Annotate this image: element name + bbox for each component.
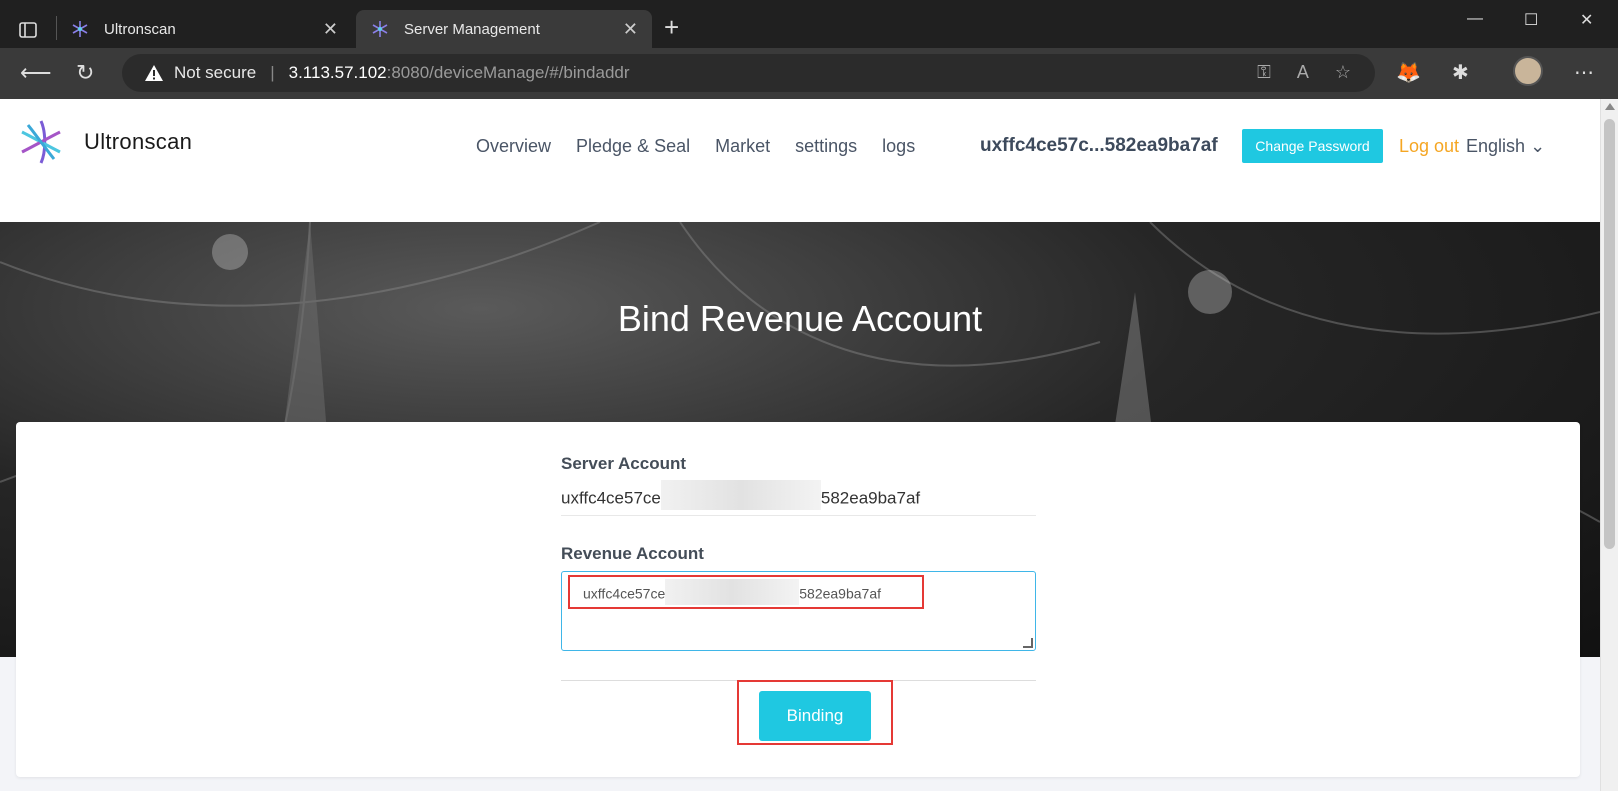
language-label: English xyxy=(1466,136,1526,156)
tab-ultronscan[interactable]: Ultronscan ✕ xyxy=(56,10,352,48)
close-window-icon[interactable]: ✕ xyxy=(1580,10,1593,30)
revenue-account-label: Revenue Account xyxy=(561,544,704,563)
revenue-account-value: uxffc4ce57ce 582ea9ba7af xyxy=(568,575,924,609)
nav-settings[interactable]: settings xyxy=(795,136,857,157)
nav-pledge-seal[interactable]: Pledge & Seal xyxy=(576,136,690,157)
logout-link[interactable]: Log out xyxy=(1399,136,1459,157)
back-icon[interactable]: ⟵ xyxy=(20,60,52,86)
favorite-icon[interactable]: ☆ xyxy=(1335,62,1351,83)
bind-form-card: Server Account uxffc4ce57ce 582ea9ba7af R… xyxy=(16,422,1580,777)
ultronscan-favicon-icon xyxy=(372,21,388,37)
revenue-account-input[interactable]: uxffc4ce57ce 582ea9ba7af xyxy=(561,571,1036,651)
scroll-up-icon[interactable] xyxy=(1605,103,1615,110)
page-title: Bind Revenue Account xyxy=(617,298,983,339)
language-selector[interactable]: English ⌄ xyxy=(1466,136,1545,157)
read-aloud-icon[interactable]: A xyxy=(1297,62,1309,83)
extensions-icon[interactable]: ✱ xyxy=(1452,60,1469,85)
server-account-value: uxffc4ce57ce 582ea9ba7af xyxy=(561,480,1036,516)
tab-title: Ultronscan xyxy=(104,20,176,38)
scrollbar-thumb[interactable] xyxy=(1604,119,1615,549)
maximize-icon[interactable]: ☐ xyxy=(1524,10,1538,30)
nav-overview[interactable]: Overview xyxy=(476,136,551,157)
tab-server-management[interactable]: Server Management ✕ xyxy=(356,10,652,48)
close-tab-icon[interactable]: ✕ xyxy=(623,19,638,40)
page: Ultronscan Overview Pledge & Seal Market… xyxy=(0,99,1600,791)
account-id: uxffc4ce57c...582ea9ba7af xyxy=(980,135,1218,156)
redacted-region xyxy=(660,480,821,510)
minimize-icon[interactable]: — xyxy=(1467,10,1483,28)
page-scrollbar[interactable] xyxy=(1600,99,1618,791)
binding-button[interactable]: Binding xyxy=(759,691,871,741)
address-separator: | xyxy=(270,63,275,82)
logo-text: Ultronscan xyxy=(84,129,193,154)
new-tab-icon[interactable]: + xyxy=(664,12,679,43)
nav-logs[interactable]: logs xyxy=(882,136,915,157)
avatar[interactable] xyxy=(1513,56,1543,86)
server-account-label: Server Account xyxy=(561,454,687,473)
redacted-region xyxy=(665,579,800,605)
chevron-down-icon: ⌄ xyxy=(1530,136,1546,156)
reload-icon[interactable]: ↻ xyxy=(76,60,94,86)
address-bar[interactable]: Not secure | 3.113.57.102:8080/deviceMan… xyxy=(122,54,1375,92)
nav-market[interactable]: Market xyxy=(715,136,770,157)
change-password-button[interactable]: Change Password xyxy=(1242,129,1383,163)
ultronscan-favicon-icon xyxy=(72,21,88,37)
server-account-prefix: uxffc4ce57ce xyxy=(561,488,661,508)
resize-handle-icon[interactable] xyxy=(1023,638,1033,648)
tab-title: Server Management xyxy=(404,20,540,38)
url-host: 3.113.57.102 xyxy=(288,63,387,82)
url-path: :8080/deviceManage/#/bindaddr xyxy=(386,63,630,82)
revenue-account-prefix: uxffc4ce57ce xyxy=(583,585,666,602)
ultronscan-logo-icon xyxy=(21,120,61,164)
close-tab-icon[interactable]: ✕ xyxy=(323,19,338,40)
key-icon[interactable]: ⚿ xyxy=(1257,62,1271,83)
security-label: Not secure xyxy=(174,63,257,82)
site-header: Ultronscan Overview Pledge & Seal Market… xyxy=(0,99,1600,222)
main-nav: Overview Pledge & Seal Market settings l… xyxy=(476,136,915,157)
browser-toolbar: ⟵ ↻ Not secure | 3.113.57.102:8080/devic… xyxy=(0,48,1618,99)
sidebar-icon[interactable] xyxy=(10,12,46,48)
revenue-account-suffix: 582ea9ba7af xyxy=(799,585,882,602)
menu-icon[interactable]: ⋯ xyxy=(1574,60,1594,85)
warning-icon xyxy=(145,65,163,81)
metamask-icon[interactable]: 🦊 xyxy=(1396,60,1421,85)
browser-tab-bar: Ultronscan ✕ Server Management ✕ + — ☐ ✕ xyxy=(0,0,1618,48)
server-account-suffix: 582ea9ba7af xyxy=(820,488,921,508)
logo[interactable]: Ultronscan xyxy=(16,117,192,167)
